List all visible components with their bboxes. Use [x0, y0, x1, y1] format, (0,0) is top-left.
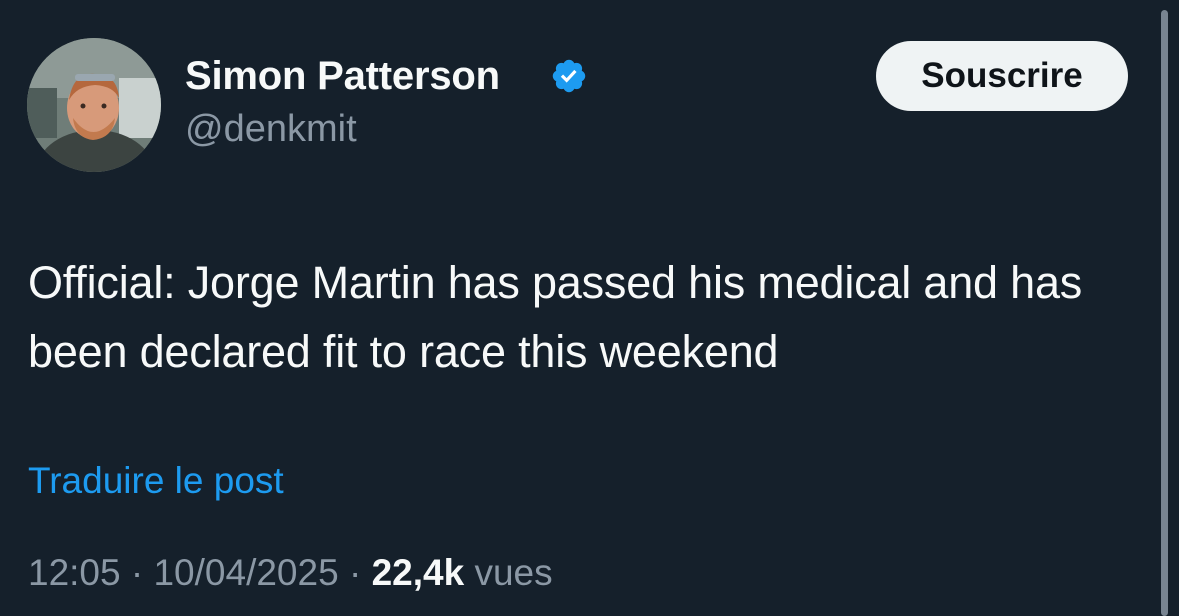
subscribe-button[interactable]: Souscrire: [876, 41, 1128, 111]
views-label: vues: [474, 552, 553, 593]
translate-post-link[interactable]: Traduire le post: [28, 460, 284, 502]
post-time[interactable]: 12:05: [28, 552, 121, 593]
meta-separator: ·: [348, 552, 362, 593]
author-handle[interactable]: @denkmit: [185, 108, 357, 151]
avatar-image: [27, 38, 161, 172]
meta-separator: ·: [130, 552, 144, 593]
post-metadata: 12:05 · 10/04/2025 · 22,4k vues: [28, 552, 553, 594]
avatar[interactable]: [27, 38, 161, 172]
post-date[interactable]: 10/04/2025: [153, 552, 338, 593]
tweet-detail: Simon Patterson @denkmit Souscrire Offic…: [0, 0, 1179, 616]
author-display-name[interactable]: Simon Patterson: [185, 54, 500, 99]
scrollbar[interactable]: [1161, 10, 1168, 616]
views-count[interactable]: 22,4k: [372, 552, 465, 593]
post-text: Official: Jorge Martin has passed his me…: [28, 257, 1083, 377]
verified-badge-icon: [552, 59, 586, 93]
